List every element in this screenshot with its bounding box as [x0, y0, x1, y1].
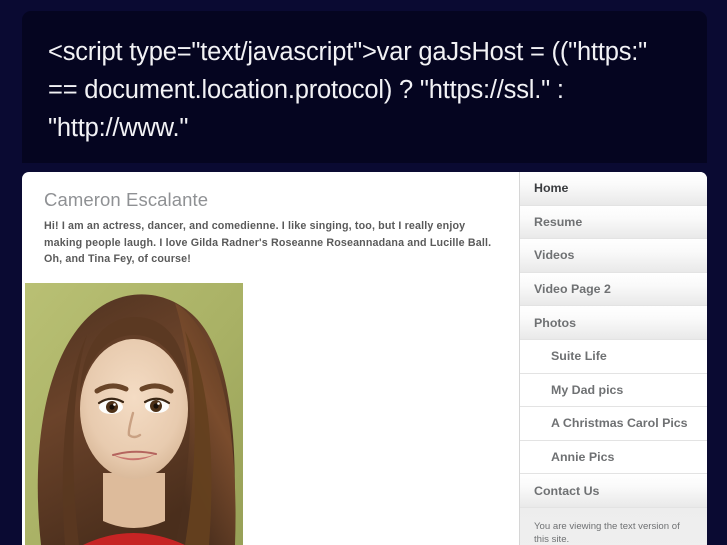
sidebar-item-label: Resume [534, 214, 583, 229]
sidebar-item-label: Photos [534, 315, 576, 330]
portrait-photo [25, 283, 243, 545]
sidebar-item-label: Video Page 2 [534, 282, 611, 297]
page-root: <script type="text/javascript">var gaJsH… [0, 0, 727, 545]
intro-paragraph: Hi! I am an actress, dancer, and comedie… [44, 220, 492, 265]
sidebar-item-home[interactable]: Home [520, 172, 707, 206]
portrait-photo-image [25, 283, 243, 545]
sidebar-item-label: Annie Pics [551, 450, 615, 465]
sidebar-item-video-page-2[interactable]: Video Page 2 [520, 272, 707, 307]
header-banner: <script type="text/javascript">var gaJsH… [22, 11, 707, 163]
sidebar-item-label: Videos [534, 248, 575, 263]
sidebar-item-label: A Christmas Carol Pics [551, 416, 688, 431]
sidebar-item-videos[interactable]: Videos [520, 239, 707, 273]
sidebar-item-label: Suite Life [551, 349, 607, 364]
sidebar-item-label: Home [534, 181, 569, 196]
sidebar-item-a-christmas-carol-pics[interactable]: A Christmas Carol Pics [520, 407, 707, 441]
sidebar-item-photos[interactable]: Photos [520, 306, 707, 340]
sidebar-item-label: Contact Us [534, 483, 600, 498]
sidebar-item-resume[interactable]: Resume [520, 205, 707, 240]
page-title: Cameron Escalante [44, 189, 209, 210]
sidebar-item-label: My Dad pics [551, 382, 624, 397]
sidebar-item-suite-life[interactable]: Suite Life [520, 339, 707, 374]
sidebar-navigation: Home Resume Videos Video Page 2 Photos S… [519, 172, 707, 545]
sidebar-item-annie-pics[interactable]: Annie Pics [520, 440, 707, 475]
sidebar-item-contact-us[interactable]: Contact Us [520, 474, 707, 508]
main-content-panel: Cameron Escalante Hi! I am an actress, d… [22, 172, 519, 545]
text-version-note: You are viewing the text version of this… [520, 507, 707, 545]
sidebar-item-my-dad-pics[interactable]: My Dad pics [520, 373, 707, 408]
header-script-text: <script type="text/javascript">var gaJsH… [48, 38, 654, 142]
